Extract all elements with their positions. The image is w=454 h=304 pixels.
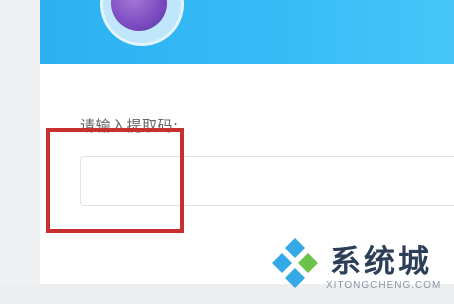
watermark-url: XITONGCHENG.COM [326,280,442,291]
avatar [100,0,184,46]
watermark: 系统城 XITONGCHENG.COM [264,232,454,304]
page-background-left [0,0,40,304]
avatar-image [111,0,167,31]
watermark-brand: 系统城 [330,244,432,280]
annotation-highlight-box [46,128,184,233]
header-banner [40,0,454,64]
diamond-logo-icon [272,238,318,288]
